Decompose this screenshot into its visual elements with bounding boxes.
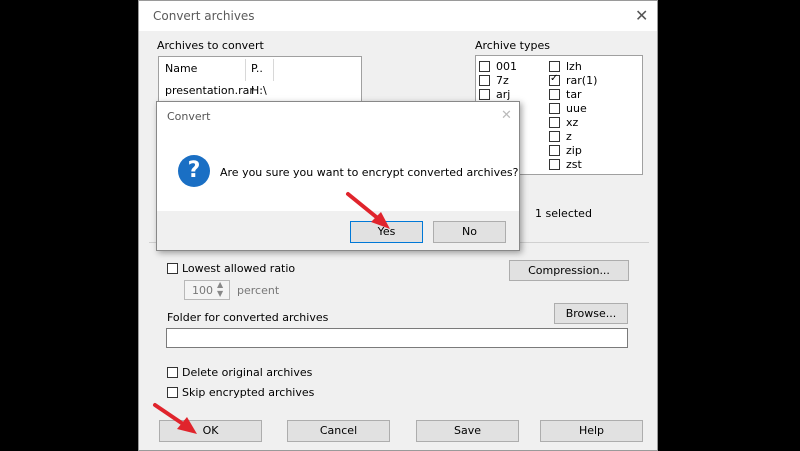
type-left-label: arj (496, 88, 511, 101)
question-icon: ? (178, 155, 210, 187)
type-left-checkbox[interactable] (479, 75, 490, 86)
type-left-label: 7z (496, 74, 509, 87)
type-right-checkbox[interactable] (549, 159, 560, 170)
archive-row-name[interactable]: presentation.rar (165, 84, 254, 97)
type-right-checkbox[interactable] (549, 89, 560, 100)
type-right-label: xz (566, 116, 579, 129)
delete-original-checkbox[interactable] (167, 367, 178, 378)
confirm-message: Are you sure you want to encrypt convert… (220, 166, 519, 179)
confirm-title: Convert (167, 110, 211, 123)
lowest-ratio-label: Lowest allowed ratio (182, 262, 296, 275)
title-bar: Convert archives ✕ (139, 1, 657, 31)
column-header-path[interactable]: P.. (251, 62, 263, 75)
archive-types-label: Archive types (475, 39, 550, 52)
checkmark-icon: ✓ (550, 73, 559, 84)
type-right-label: tar (566, 88, 582, 101)
browse-button[interactable]: Browse... (554, 303, 628, 324)
save-button[interactable]: Save (416, 420, 519, 442)
skip-encrypted-checkbox[interactable] (167, 387, 178, 398)
confirm-close-icon[interactable]: ✕ (501, 108, 512, 123)
spin-up-icon[interactable]: ▲ (217, 280, 223, 289)
help-button[interactable]: Help (540, 420, 643, 442)
column-header-name[interactable]: Name (165, 62, 197, 75)
type-left-checkbox[interactable] (479, 61, 490, 72)
annotation-arrow-yes (346, 192, 390, 229)
column-divider[interactable] (245, 59, 246, 81)
column-divider[interactable] (273, 59, 274, 81)
type-right-label: zst (566, 158, 582, 171)
type-right-label: rar(1) (566, 74, 598, 87)
selected-count: 1 selected (535, 207, 592, 220)
spin-down-icon[interactable]: ▼ (217, 289, 223, 298)
type-right-checkbox[interactable] (549, 61, 560, 72)
type-right-checkbox[interactable] (549, 103, 560, 114)
skip-encrypted-label: Skip encrypted archives (182, 386, 315, 399)
type-right-checkbox[interactable] (549, 117, 560, 128)
lowest-ratio-checkbox[interactable] (167, 263, 178, 274)
ratio-unit: percent (237, 284, 280, 297)
type-right-checkbox[interactable] (549, 131, 560, 142)
type-right-label: zip (566, 144, 582, 157)
delete-original-label: Delete original archives (182, 366, 313, 379)
type-right-label: uue (566, 102, 587, 115)
archive-row-path[interactable]: H:\ (251, 84, 267, 97)
close-icon[interactable]: ✕ (635, 6, 648, 25)
type-right-label: lzh (566, 60, 582, 73)
archives-to-convert-label: Archives to convert (157, 39, 264, 52)
type-left-checkbox[interactable] (479, 89, 490, 100)
type-right-checkbox[interactable]: ✓ (549, 73, 560, 86)
annotation-arrow-ok (153, 403, 197, 434)
type-right-label: z (566, 130, 572, 143)
type-left-label: 001 (496, 60, 517, 73)
compression-button[interactable]: Compression... (509, 260, 629, 281)
folder-input[interactable] (166, 328, 628, 348)
cancel-button[interactable]: Cancel (287, 420, 390, 442)
confirm-dialog: Convert ✕ ? Are you sure you want to enc… (156, 101, 520, 251)
no-button[interactable]: No (433, 221, 506, 243)
type-right-checkbox[interactable] (549, 145, 560, 156)
confirm-footer: Yes No (157, 211, 519, 250)
ratio-value[interactable]: 100 (192, 284, 213, 297)
dialog-title: Convert archives (153, 9, 255, 23)
archives-list[interactable]: Name P.. presentation.rar H:\ (158, 56, 362, 106)
folder-label: Folder for converted archives (167, 311, 329, 324)
ratio-spinner[interactable]: 100 ▲ ▼ (184, 280, 230, 300)
